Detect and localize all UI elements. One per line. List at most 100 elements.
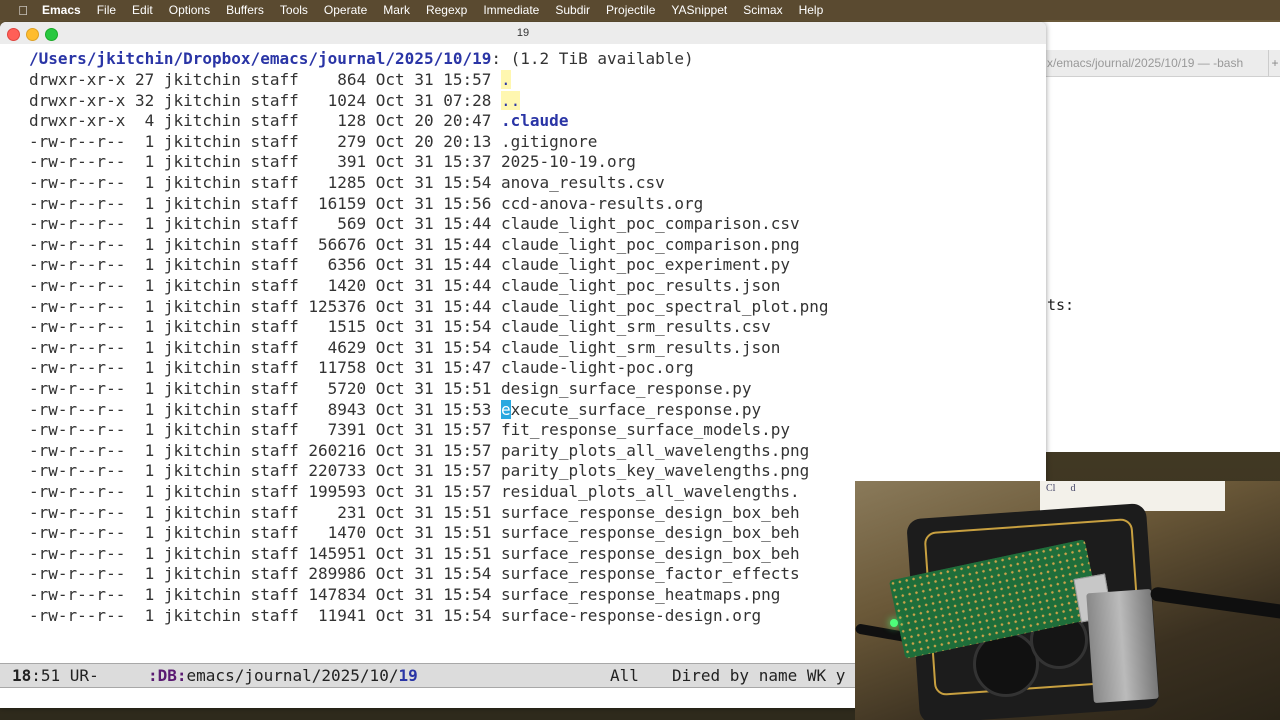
dired-row[interactable]: -rw-r--r-- 1 jkitchin staff 5720 Oct 31 … <box>29 379 751 399</box>
dired-filename[interactable]: claude_light_srm_results.csv <box>501 317 771 336</box>
dired-row[interactable]: -rw-r--r-- 1 jkitchin staff 1420 Oct 31 … <box>29 276 780 296</box>
dired-filename[interactable]: .gitignore <box>501 132 597 151</box>
menu-subdir[interactable]: Subdir <box>547 3 598 17</box>
dired-row[interactable]: -rw-r--r-- 1 jkitchin staff 125376 Oct 3… <box>29 297 829 317</box>
dired-row[interactable]: -rw-r--r-- 1 jkitchin staff 8943 Oct 31 … <box>29 399 761 420</box>
dired-row[interactable]: -rw-r--r-- 1 jkitchin staff 199593 Oct 3… <box>29 482 800 502</box>
dired-header-path[interactable]: /Users/jkitchin/Dropbox/emacs/journal/20… <box>29 49 491 68</box>
menu-projectile[interactable]: Projectile <box>598 3 663 17</box>
new-tab-icon[interactable]: + <box>1268 50 1280 76</box>
dired-row[interactable]: -rw-r--r-- 1 jkitchin staff 231 Oct 31 1… <box>29 503 800 523</box>
dired-row-meta: -rw-r--r-- 1 jkitchin staff 125376 Oct 3… <box>29 296 502 316</box>
menu-tools[interactable]: Tools <box>272 3 316 17</box>
dired-filename[interactable]: surface_response_heatmaps.png <box>501 585 780 604</box>
dired-row[interactable]: -rw-r--r-- 1 jkitchin staff 391 Oct 31 1… <box>29 152 636 172</box>
dired-filename[interactable]: claude_light_poc_results.json <box>501 276 780 295</box>
dired-filename[interactable]: surface_response_design_box_beh <box>501 503 800 522</box>
menu-regexp[interactable]: Regexp <box>418 3 475 17</box>
dired-filename[interactable]: .. <box>501 90 521 110</box>
dired-row[interactable]: drwxr-xr-x 32 jkitchin staff 1024 Oct 31… <box>29 90 521 111</box>
menu-buffers[interactable]: Buffers <box>218 3 272 17</box>
dired-filename[interactable]: residual_plots_all_wavelengths. <box>501 482 800 501</box>
dired-filename[interactable]: claude-light-poc.org <box>501 358 694 377</box>
status-led <box>890 619 898 627</box>
dired-row-meta: -rw-r--r-- 1 jkitchin staff 289986 Oct 3… <box>29 564 502 584</box>
dired-filename[interactable]: parity_plots_all_wavelengths.png <box>501 441 809 460</box>
mode-line-db: :DB: <box>148 666 187 685</box>
dired-row-meta: -rw-r--r-- 1 jkitchin staff 220733 Oct 3… <box>29 461 502 481</box>
dired-filename[interactable]: 2025-10-19.org <box>501 152 636 171</box>
dired-row-meta: -rw-r--r-- 1 jkitchin staff 8943 Oct 31 … <box>29 399 502 419</box>
dired-row-meta: -rw-r--r-- 1 jkitchin staff 145951 Oct 3… <box>29 543 502 563</box>
point-cursor: e <box>501 399 511 419</box>
dired-row[interactable]: -rw-r--r-- 1 jkitchin staff 279 Oct 20 2… <box>29 132 597 152</box>
dired-row[interactable]: -rw-r--r-- 1 jkitchin staff 6356 Oct 31 … <box>29 255 790 275</box>
terminal-tab[interactable]: x/emacs/journal/2025/10/19 — -bash + <box>1041 50 1280 77</box>
dired-row-meta: -rw-r--r-- 1 jkitchin staff 7391 Oct 31 … <box>29 420 502 440</box>
dired-row[interactable]: -rw-r--r-- 1 jkitchin staff 1470 Oct 31 … <box>29 523 800 543</box>
dired-row-meta: -rw-r--r-- 1 jkitchin staff 231 Oct 31 1… <box>29 502 502 522</box>
dired-row[interactable]: -rw-r--r-- 1 jkitchin staff 569 Oct 31 1… <box>29 214 800 234</box>
dired-row[interactable]: -rw-r--r-- 1 jkitchin staff 7391 Oct 31 … <box>29 420 790 440</box>
dired-row[interactable]: -rw-r--r-- 1 jkitchin staff 260216 Oct 3… <box>29 441 809 461</box>
dired-filename[interactable]: . <box>501 70 511 89</box>
dired-row[interactable]: -rw-r--r-- 1 jkitchin staff 16159 Oct 31… <box>29 194 703 214</box>
dired-row-meta: -rw-r--r-- 1 jkitchin staff 11941 Oct 31… <box>29 605 502 625</box>
webcam-overlay: Cl d <box>855 481 1280 720</box>
menu-options[interactable]: Options <box>161 3 218 17</box>
dired-row[interactable]: -rw-r--r-- 1 jkitchin staff 1515 Oct 31 … <box>29 317 771 337</box>
dired-row[interactable]: -rw-r--r-- 1 jkitchin staff 56676 Oct 31… <box>29 235 800 255</box>
dired-row-meta: -rw-r--r-- 1 jkitchin staff 147834 Oct 3… <box>29 585 502 604</box>
mode-line-line: 18 <box>12 666 32 685</box>
dired-filename[interactable]: surface-response-design.org <box>501 606 761 625</box>
terminal-window[interactable]: x/emacs/journal/2025/10/19 — -bash + ts: <box>1040 22 1280 452</box>
dired-row-meta: -rw-r--r-- 1 jkitchin staff 4629 Oct 31 … <box>29 337 502 357</box>
dired-filename[interactable]: claude_light_poc_comparison.csv <box>501 214 800 233</box>
dired-filename[interactable]: surface_response_factor_effects <box>501 564 800 583</box>
dired-filename[interactable]: execute_surface_response.py <box>501 399 761 419</box>
mode-line-major-mode[interactable]: Dired by name WK y <box>672 664 845 687</box>
dired-row[interactable]: -rw-r--r-- 1 jkitchin staff 145951 Oct 3… <box>29 544 800 564</box>
dired-row-meta: -rw-r--r-- 1 jkitchin staff 279 Oct 20 2… <box>29 131 502 151</box>
mode-line-position: 18:51 UR- <box>12 664 99 687</box>
dired-row-meta: -rw-r--r-- 1 jkitchin staff 5720 Oct 31 … <box>29 379 502 398</box>
dired-row-meta: -rw-r--r-- 1 jkitchin staff 391 Oct 31 1… <box>29 152 502 172</box>
dired-row-meta: -rw-r--r-- 1 jkitchin staff 6356 Oct 31 … <box>29 255 502 275</box>
menu-mark[interactable]: Mark <box>375 3 418 17</box>
menu-file[interactable]: File <box>89 3 124 17</box>
dired-row[interactable]: -rw-r--r-- 1 jkitchin staff 147834 Oct 3… <box>29 585 780 605</box>
dired-filename[interactable]: design_surface_response.py <box>501 379 751 398</box>
dired-filename[interactable]: claude_light_srm_results.json <box>501 338 780 357</box>
dired-row-meta: -rw-r--r-- 1 jkitchin staff 11758 Oct 31… <box>29 358 502 378</box>
menubar:  EmacsFileEditOptionsBuffersToolsOperat… <box>0 0 1280 20</box>
dired-filename[interactable]: surface_response_design_box_beh <box>501 523 800 542</box>
dired-row[interactable]: -rw-r--r-- 1 jkitchin staff 220733 Oct 3… <box>29 461 809 481</box>
menu-edit[interactable]: Edit <box>124 3 161 17</box>
dired-filename[interactable]: .claude <box>501 111 568 130</box>
dired-row[interactable]: drwxr-xr-x 4 jkitchin staff 128 Oct 20 2… <box>29 111 568 131</box>
menu-help[interactable]: Help <box>791 3 832 17</box>
dired-row[interactable]: -rw-r--r-- 1 jkitchin staff 11941 Oct 31… <box>29 606 761 626</box>
menu-immediate[interactable]: Immediate <box>475 3 547 17</box>
dired-filename[interactable]: surface_response_design_box_beh <box>501 544 800 563</box>
dired-filename[interactable]: anova_results.csv <box>501 173 665 192</box>
menu-emacs[interactable]: Emacs <box>34 3 89 17</box>
menu-operate[interactable]: Operate <box>316 3 375 17</box>
menu-scimax[interactable]: Scimax <box>735 3 790 17</box>
apple-icon[interactable]:  <box>12 3 34 18</box>
dired-filename[interactable]: claude_light_poc_comparison.png <box>501 235 800 254</box>
dired-filename[interactable]: ccd-anova-results.org <box>501 194 703 213</box>
dired-row-meta: -rw-r--r-- 1 jkitchin staff 16159 Oct 31… <box>29 193 502 213</box>
dired-filename[interactable]: fit_response_surface_models.py <box>501 420 790 439</box>
dired-row[interactable]: -rw-r--r-- 1 jkitchin staff 289986 Oct 3… <box>29 564 800 584</box>
dired-row[interactable]: -rw-r--r-- 1 jkitchin staff 1285 Oct 31 … <box>29 173 665 193</box>
dired-filename[interactable]: claude_light_poc_spectral_plot.png <box>501 297 829 316</box>
menu-yasnippet[interactable]: YASnippet <box>663 3 735 17</box>
dired-row[interactable]: drwxr-xr-x 27 jkitchin staff 864 Oct 31 … <box>29 70 511 90</box>
dired-row[interactable]: -rw-r--r-- 1 jkitchin staff 4629 Oct 31 … <box>29 338 780 358</box>
mode-line-buffer[interactable]: :DB:emacs/journal/2025/10/19 <box>148 664 418 687</box>
dired-filename[interactable]: claude_light_poc_experiment.py <box>501 255 790 274</box>
dired-header: /Users/jkitchin/Dropbox/emacs/journal/20… <box>29 49 694 69</box>
dired-row[interactable]: -rw-r--r-- 1 jkitchin staff 11758 Oct 31… <box>29 358 694 378</box>
dired-filename[interactable]: parity_plots_key_wavelengths.png <box>501 461 809 480</box>
